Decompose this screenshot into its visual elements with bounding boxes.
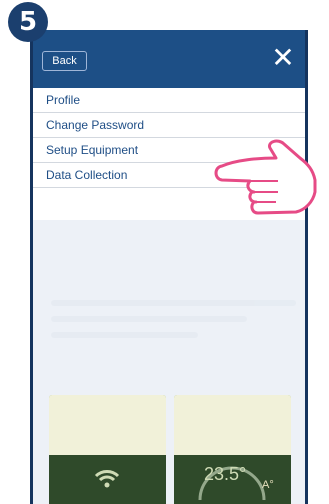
close-icon[interactable]: ✕	[269, 42, 297, 74]
tile-bottom	[49, 455, 166, 504]
welcome-line	[51, 316, 247, 322]
header-bar: Back ✕	[33, 30, 305, 88]
tile-bottom: 23.5° A°	[174, 455, 291, 504]
step-badge: 5	[8, 2, 48, 42]
pointing-hand-icon	[214, 139, 317, 215]
tile-top	[174, 395, 291, 455]
wifi-icon	[94, 470, 120, 488]
phone-screen: Back ✕ Profile Change Password Setup Equ…	[30, 30, 308, 504]
temperature-tile[interactable]: 23.5° A°	[174, 395, 291, 504]
welcome-line	[51, 300, 296, 306]
temperature-readout: 23.5°	[204, 464, 247, 484]
unit-badge: A°	[262, 479, 274, 491]
wifi-tile[interactable]	[49, 395, 166, 504]
back-button[interactable]: Back	[42, 51, 87, 71]
welcome-card	[51, 290, 296, 395]
welcome-line	[51, 332, 198, 338]
dashboard-tiles: 23.5° A°	[49, 395, 299, 504]
menu-item-profile[interactable]: Profile	[33, 88, 305, 113]
tile-top	[49, 395, 166, 455]
